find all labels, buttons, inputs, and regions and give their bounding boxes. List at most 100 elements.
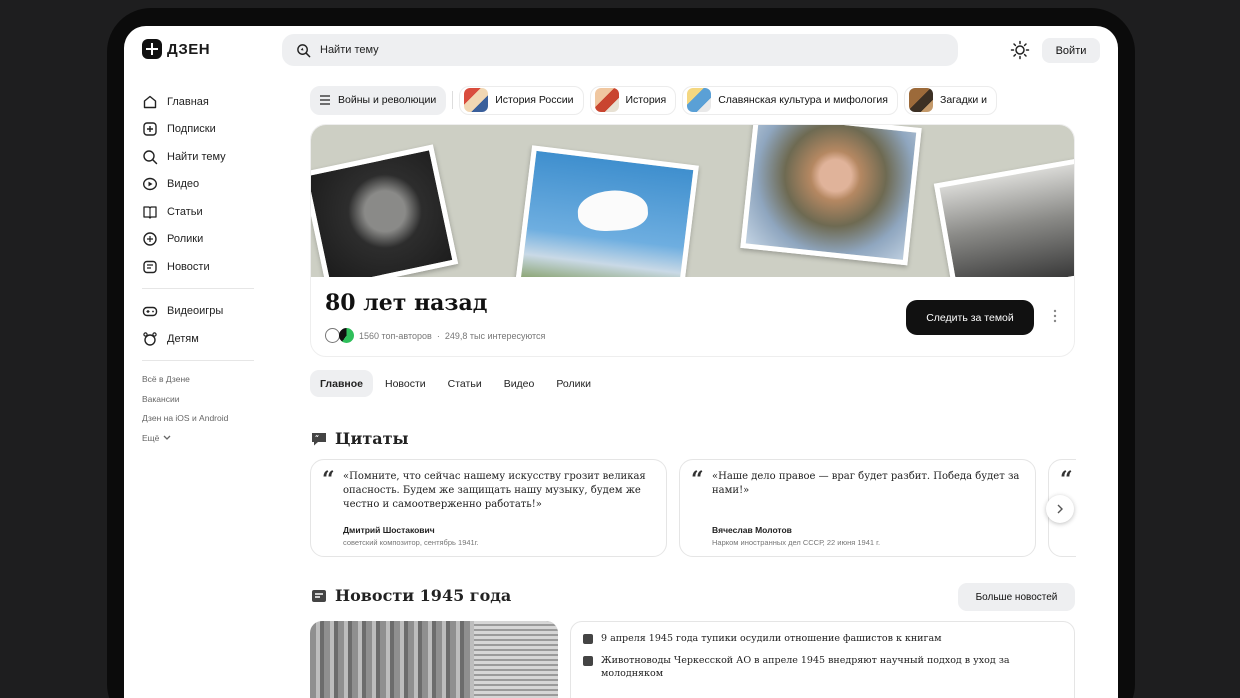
login-button[interactable]: Войти — [1042, 38, 1100, 63]
search-input[interactable] — [320, 44, 920, 56]
news-list-item[interactable]: Животноводы Черкесской АО в апреле 1945 … — [583, 654, 1062, 680]
topic-chip-label: История России — [495, 94, 574, 106]
sidebar-item-label: Видео — [167, 178, 200, 191]
quote-card[interactable]: “ «Помните, что сейчас нашему искусству … — [310, 459, 667, 557]
sidebar-item-news[interactable]: Новости — [142, 253, 258, 281]
link-more-label: Ещё — [142, 432, 160, 443]
sidebar-item-label: Детям — [167, 332, 199, 345]
chevron-down-icon — [163, 435, 171, 440]
tab-main[interactable]: Главное — [310, 370, 373, 397]
shorts-icon — [143, 232, 157, 246]
more-options-icon[interactable] — [1053, 308, 1057, 324]
find-topic-icon — [143, 150, 158, 164]
hero-photo-soldiers — [933, 156, 1074, 277]
quote-author: Вячеслав Молотов — [712, 525, 792, 535]
topic-thumbnail — [908, 88, 933, 112]
authors-count: 1560 топ-авторов — [359, 330, 432, 341]
sidebar-item-label: Статьи — [167, 205, 203, 218]
hero-collage — [311, 125, 1074, 277]
link-vacancies[interactable]: Вакансии — [142, 389, 258, 409]
interested-count: 249,8 тыс интересуются — [444, 330, 546, 341]
kids-icon — [143, 332, 157, 346]
more-news-button[interactable]: Больше новостей — [958, 583, 1075, 611]
quote-mark-icon: “ — [322, 467, 335, 493]
link-more[interactable]: Ещё — [142, 428, 258, 448]
sidebar-item-videogames[interactable]: Видеоигры — [142, 298, 258, 326]
avatar — [339, 328, 354, 343]
sidebar: Главная Подписки Найти тему Видео Статьи… — [142, 88, 258, 448]
news-list: 9 апреля 1945 года тупики осудили отноше… — [570, 621, 1075, 698]
quote-text: «Наше дело правое — враг будет разбит. П… — [712, 471, 1020, 496]
topic-thumbnail — [687, 88, 712, 112]
tab-articles[interactable]: Статьи — [438, 370, 492, 397]
topic-chip-slavic-culture[interactable]: Славянская культура и мифология — [682, 85, 898, 115]
topic-chip-label: Войны и революции — [338, 94, 437, 106]
news-icon — [143, 260, 157, 273]
quote-card[interactable]: “ «Наше дело правое — враг будет разбит.… — [679, 459, 1036, 557]
sidebar-item-shorts[interactable]: Ролики — [142, 226, 258, 254]
sidebar-item-label: Новости — [167, 260, 210, 273]
quote-text: «Помните, что сейчас нашему искусству гр… — [343, 471, 646, 510]
newspaper-icon — [312, 589, 326, 602]
topic-stats: 1560 топ-авторов · 249,8 тыс интересуютс… — [325, 328, 545, 343]
news-headline: 9 апреля 1945 года тупики осудили отноше… — [601, 633, 942, 644]
svg-text:“: “ — [315, 433, 319, 442]
topic-chips: Войны и революции История России История… — [310, 84, 1076, 116]
chips-divider — [452, 91, 454, 109]
dzen-logo[interactable]: ДЗЕН — [142, 39, 210, 59]
tab-video[interactable]: Видео — [494, 370, 545, 397]
news-list-item[interactable]: 9 апреля 1945 года тупики осудили отноше… — [583, 632, 1062, 645]
hero-photo-portrait — [311, 144, 459, 277]
sidebar-item-label: Подписки — [167, 123, 216, 136]
sidebar-divider — [142, 359, 254, 361]
topic-chip-mysteries[interactable]: Загадки и — [903, 85, 997, 115]
topic-chip-label: История — [625, 94, 667, 106]
sidebar-item-video[interactable]: Видео — [142, 171, 258, 199]
news-headline: Животноводы Черкесской АО в апреле 1945 … — [601, 655, 1010, 679]
sidebar-divider — [142, 287, 254, 289]
quote-mark-icon: “ — [1060, 467, 1073, 493]
theme-toggle-sun-icon[interactable] — [1010, 40, 1030, 60]
quote-author-role: Нарком иностранных дел СССР, 22 июня 194… — [712, 538, 881, 547]
home-icon — [143, 95, 157, 108]
search-icon — [297, 43, 311, 57]
topic-chip-label: Славянская культура и мифология — [718, 94, 888, 106]
sidebar-item-find-topic[interactable]: Найти тему — [142, 143, 258, 171]
news-bullet-icon — [583, 634, 593, 644]
sidebar-item-articles[interactable]: Статьи — [142, 198, 258, 226]
list-icon — [320, 95, 330, 105]
topic-chip-russia-history[interactable]: История России — [459, 85, 584, 115]
subscriptions-icon — [143, 122, 157, 136]
hero-photo-dove — [515, 145, 699, 277]
follow-topic-button[interactable]: Следить за темой — [906, 300, 1034, 335]
chevron-right-icon — [1057, 504, 1063, 514]
topic-hero-card: 80 лет назад 1560 топ-авторов · 249,8 ты… — [310, 124, 1075, 357]
tab-shorts[interactable]: Ролики — [546, 370, 601, 397]
sidebar-item-home[interactable]: Главная — [142, 88, 258, 116]
topic-thumbnail — [594, 88, 619, 112]
sidebar-item-kids[interactable]: Детям — [142, 325, 258, 353]
topic-chip-history[interactable]: История — [589, 85, 677, 115]
link-mobile-apps[interactable]: Дзен на iOS и Android — [142, 409, 258, 429]
carousel-next-button[interactable] — [1046, 495, 1074, 523]
search-bar[interactable] — [282, 34, 958, 66]
topic-thumbnail — [464, 88, 489, 112]
topic-chip-wars[interactable]: Войны и революции — [310, 85, 447, 115]
sidebar-item-label: Видеоигры — [167, 305, 224, 318]
news-bullet-icon — [583, 656, 593, 666]
news-image[interactable] — [310, 621, 558, 698]
sidebar-item-label: Ролики — [167, 233, 204, 246]
quotes-title: Цитаты — [335, 429, 409, 448]
gamepad-icon — [142, 307, 158, 317]
link-all-in-dzen[interactable]: Всё в Дзене — [142, 370, 258, 390]
quotes-carousel: “ «Помните, что сейчас нашему искусству … — [310, 459, 1076, 559]
tab-news[interactable]: Новости — [375, 370, 436, 397]
quote-bubble-icon: “ — [312, 432, 326, 445]
sidebar-item-label: Главная — [167, 95, 209, 108]
logo-text: ДЗЕН — [167, 40, 211, 58]
quote-mark-icon: “ — [691, 467, 704, 493]
quotes-heading: “ Цитаты — [310, 429, 409, 448]
sidebar-item-label: Найти тему — [167, 150, 226, 163]
sidebar-item-subscriptions[interactable]: Подписки — [142, 116, 258, 144]
news-heading: Новости 1945 года — [310, 586, 511, 605]
